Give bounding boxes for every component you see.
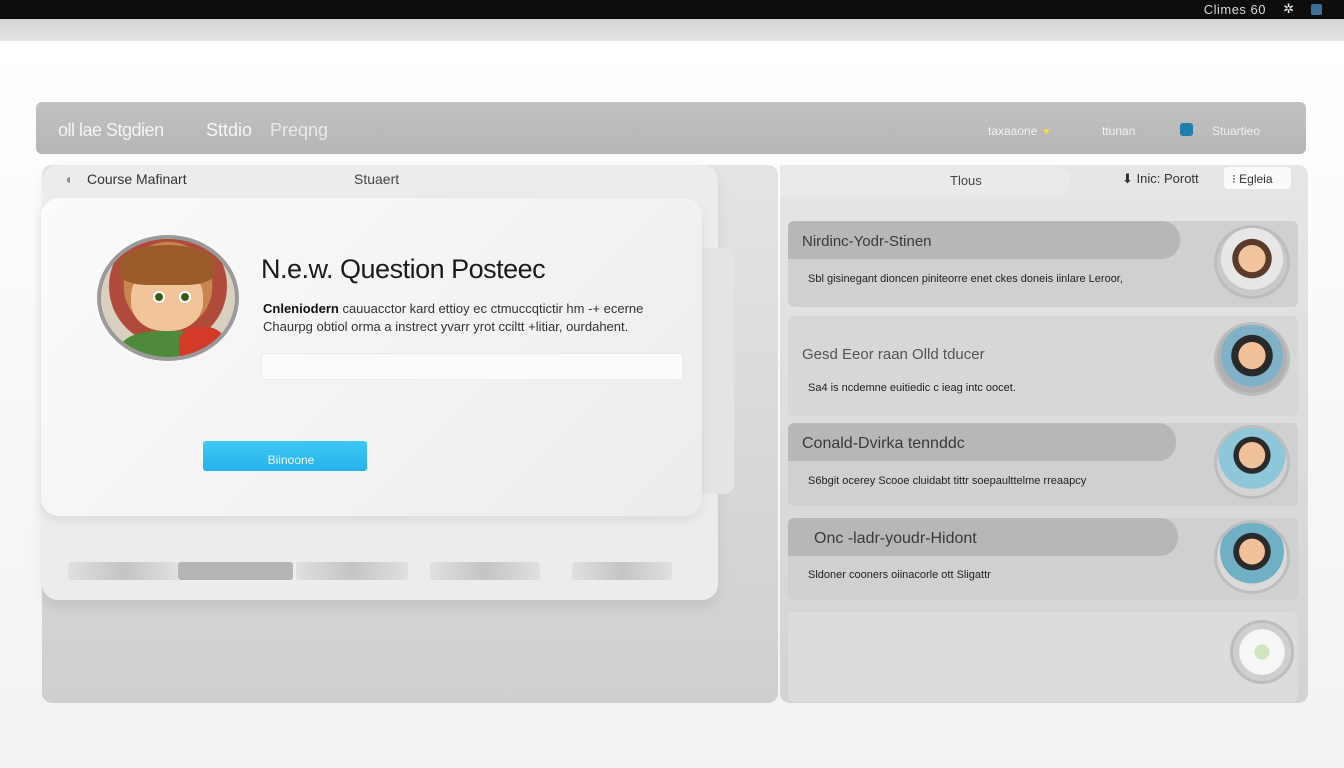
header-account-link[interactable]: Stuartieo bbox=[1212, 124, 1260, 138]
brand-logo[interactable]: oll lae Stgdien bbox=[58, 120, 164, 141]
list-item-title: Nirdinc-Yodr-Stinen bbox=[788, 221, 1180, 259]
sort-button[interactable]: ⬇ Inic: Porott bbox=[1122, 171, 1199, 187]
pinwheel-icon[interactable]: ✲ bbox=[1283, 1, 1294, 17]
nav-studio[interactable]: Sttdio bbox=[206, 120, 252, 141]
list-item-title: Conald-Dvirka tennddc bbox=[788, 423, 1176, 461]
list-item-title: Onc -ladr-youdr-Hidont bbox=[788, 518, 1178, 556]
language-label: Egleia bbox=[1239, 172, 1273, 186]
student-avatar bbox=[97, 235, 239, 361]
chevron-down-icon: ▼ bbox=[1041, 127, 1052, 138]
list-item[interactable]: Conald-Dvirka tennddc S6bgit ocerey Scoo… bbox=[788, 423, 1298, 506]
footer-strip bbox=[430, 562, 540, 580]
list-item[interactable]: Nirdinc-Yodr-Stinen Sbl gisinegant dionc… bbox=[788, 221, 1298, 307]
reply-input[interactable] bbox=[261, 353, 683, 380]
course-tab-row: ◖ Course Mafinart Stuaert bbox=[42, 165, 718, 195]
list-item-text: Sbl gisinegant dioncen piniteorre enet c… bbox=[808, 273, 1123, 285]
header-menu-dropdown[interactable]: taxaaone ▼ bbox=[988, 124, 1051, 138]
sort-label: Inic: Porott bbox=[1136, 171, 1199, 186]
footer-strip bbox=[68, 562, 178, 580]
new-question-card: N.e.w. Question Posteec Cnleniodern cauu… bbox=[41, 198, 702, 516]
chat-bubble-icon[interactable] bbox=[1230, 620, 1294, 684]
list-item[interactable]: Onc -ladr-youdr-Hidont Sldoner cooners o… bbox=[788, 518, 1298, 600]
back-arrow-icon[interactable]: ◖ bbox=[64, 171, 72, 187]
list-item-text: S6bgit ocerey Scooe cluidabt tittr soepa… bbox=[808, 475, 1087, 487]
question-author: Cnleniodern bbox=[263, 301, 339, 316]
status-icon[interactable] bbox=[1311, 4, 1322, 15]
list-item-text: Sa4 is ncdemne euitiedic c ieag intc ooc… bbox=[808, 382, 1016, 394]
question-title: N.e.w. Question Posteec bbox=[261, 254, 546, 284]
list-item[interactable] bbox=[788, 612, 1298, 702]
footer-strip bbox=[178, 562, 293, 580]
footer-strip bbox=[296, 562, 408, 580]
question-line-2: Chaurpg obtiol orma a instrect yvarr yro… bbox=[263, 319, 629, 334]
browser-toolbar bbox=[0, 19, 1344, 41]
nav-pricing[interactable]: Preqng bbox=[270, 120, 328, 141]
avatar bbox=[1214, 225, 1290, 299]
header-menu-label: taxaaone bbox=[988, 124, 1038, 138]
language-button[interactable]: ⁝ Egleia bbox=[1224, 167, 1291, 189]
avatar bbox=[1214, 425, 1290, 499]
questions-title-pill bbox=[780, 165, 1070, 197]
notification-icon[interactable] bbox=[1180, 123, 1193, 136]
questions-title: Tlous bbox=[950, 173, 982, 188]
footer-strip bbox=[572, 562, 672, 580]
question-line-1: cauuacctor kard ettioy ec ctmuccqtictir … bbox=[338, 301, 644, 316]
list-item-title: Gesd Eeor raan Olld tducer bbox=[802, 346, 985, 363]
submit-button[interactable]: Biinoone bbox=[203, 441, 367, 471]
tab-course[interactable]: Course Mafinart bbox=[87, 171, 187, 187]
tab-student[interactable]: Stuaert bbox=[354, 171, 399, 187]
os-top-bar: Climes 60 ✲ bbox=[0, 0, 1344, 19]
header-menu-link[interactable]: ttunan bbox=[1102, 124, 1135, 138]
list-item-text: Sldoner cooners oiinacorle ott Sligattr bbox=[808, 569, 991, 581]
avatar bbox=[1214, 520, 1290, 594]
os-clock: Climes 60 bbox=[1203, 2, 1266, 17]
list-item[interactable]: Gesd Eeor raan Olld tducer Sa4 is ncdemn… bbox=[788, 316, 1298, 416]
question-body: Cnleniodern cauuacctor kard ettioy ec ct… bbox=[263, 300, 673, 336]
avatar bbox=[1214, 322, 1290, 396]
app-header: oll lae Stgdien Sttdio Preqng taxaaone ▼ … bbox=[36, 102, 1306, 154]
